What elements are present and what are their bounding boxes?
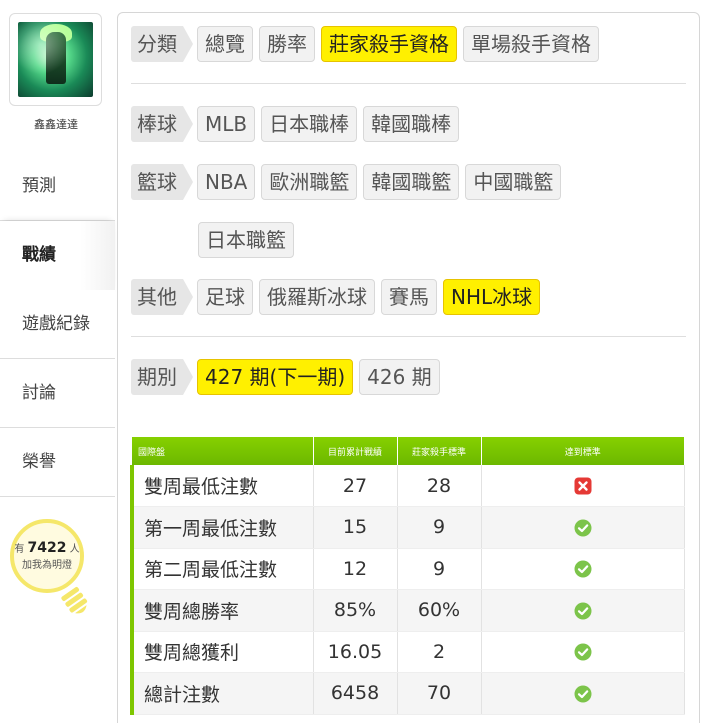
basketball-label: 籃球 [131, 164, 193, 200]
chip-euro-basketball[interactable]: 歐洲職籃 [261, 164, 358, 200]
chip-china-basketball[interactable]: 中國職籃 [465, 164, 562, 200]
chip-nba[interactable]: NBA [197, 164, 256, 200]
sidebar: 鑫鑫達達 預測 戰績 遊戲紀錄 討論 榮譽 有 7422 人 加我為明燈 [0, 0, 115, 723]
avatar[interactable] [9, 13, 102, 106]
check-icon [574, 685, 592, 703]
col-header-current: 目前累計戰績 [313, 437, 398, 465]
table-row: 總計注數 6458 70 [130, 672, 685, 715]
chip-npb[interactable]: 日本職棒 [261, 106, 358, 142]
nav-item-record[interactable]: 戰績 [0, 221, 115, 290]
row-current: 85% [313, 589, 398, 632]
row-current: 12 [313, 548, 398, 590]
avatar-image [18, 22, 93, 97]
row-met-status [481, 589, 685, 632]
row-current: 15 [313, 506, 398, 549]
chip-period-427[interactable]: 427 期(下一期) [197, 359, 354, 395]
record-panel: 分類 總覽 勝率 莊家殺手資格 單場殺手資格 棒球 MLB 日本職棒 韓國職棒 … [117, 12, 700, 723]
period-filter-row: 期別 427 期(下一期) 426 期 [131, 359, 446, 395]
chip-horse-racing[interactable]: 賽馬 [381, 279, 437, 315]
row-name: 第二周最低注數 [130, 548, 314, 590]
row-standard: 2 [397, 631, 482, 673]
row-met-status [481, 506, 685, 549]
chip-nhl[interactable]: NHL冰球 [443, 279, 541, 315]
nav-item-game-log[interactable]: 遊戲紀錄 [0, 290, 115, 359]
beacon-text: 有 7422 人 加我為明燈 [14, 540, 80, 571]
row-standard: 60% [397, 589, 482, 632]
other-filter-row: 其他 足球 俄羅斯冰球 賽馬 NHL冰球 [131, 279, 546, 315]
chip-mlb[interactable]: MLB [197, 106, 256, 142]
baseball-label: 棒球 [131, 106, 193, 142]
chip-soccer[interactable]: 足球 [197, 279, 253, 315]
side-nav: 預測 戰績 遊戲紀錄 討論 榮譽 [0, 152, 115, 497]
chip-period-426[interactable]: 426 期 [359, 359, 440, 395]
row-met-status [481, 465, 685, 507]
row-standard: 70 [397, 672, 482, 715]
nav-item-honor[interactable]: 榮譽 [0, 428, 115, 497]
row-name: 雙周最低注數 [130, 465, 314, 507]
chip-kbo[interactable]: 韓國職棒 [363, 106, 460, 142]
chip-banker-killer[interactable]: 莊家殺手資格 [321, 26, 457, 62]
check-icon [574, 519, 592, 537]
nav-item-predict[interactable]: 預測 [0, 152, 115, 221]
table-row: 第二周最低注數 12 9 [130, 548, 685, 590]
category-label: 分類 [131, 26, 193, 62]
check-icon [574, 602, 592, 620]
chip-winrate[interactable]: 勝率 [259, 26, 315, 62]
row-met-status [481, 631, 685, 673]
chip-overview[interactable]: 總覽 [197, 26, 253, 62]
row-name: 雙周總獲利 [130, 631, 314, 673]
divider [131, 83, 686, 84]
qualification-table: 國際盤 目前累計戰績 莊家殺手標準 達到標準 雙周最低注數 27 28 第一周最低注數… [130, 437, 685, 715]
divider [131, 336, 686, 337]
category-filter-row: 分類 總覽 勝率 莊家殺手資格 單場殺手資格 [131, 26, 605, 62]
nav-item-discussion[interactable]: 討論 [0, 359, 115, 428]
table-row: 第一周最低注數 15 9 [130, 506, 685, 549]
row-current: 6458 [313, 672, 398, 715]
check-icon [574, 560, 592, 578]
period-label: 期別 [131, 359, 193, 395]
row-name: 雙周總勝率 [130, 589, 314, 632]
chip-russia-hockey[interactable]: 俄羅斯冰球 [259, 279, 375, 315]
row-met-status [481, 672, 685, 715]
row-standard: 28 [397, 465, 482, 507]
row-name: 第一周最低注數 [130, 506, 314, 549]
row-current: 16.05 [313, 631, 398, 673]
cross-icon [574, 477, 592, 495]
row-standard: 9 [397, 548, 482, 590]
row-current: 27 [313, 465, 398, 507]
basketball-filter-row: 籃球 NBA 歐洲職籃 韓國職籃 中國職籃 [131, 164, 567, 200]
baseball-filter-row: 棒球 MLB 日本職棒 韓國職棒 [131, 106, 465, 142]
table-row: 雙周總勝率 85% 60% [130, 589, 685, 632]
table-row: 雙周最低注數 27 28 [130, 465, 685, 507]
other-label: 其他 [131, 279, 193, 315]
col-header-standard: 莊家殺手標準 [397, 437, 482, 465]
row-name: 總計注數 [130, 672, 314, 715]
col-header-met: 達到標準 [481, 437, 685, 465]
basketball-filter-row-2: 日本職籃 [198, 222, 300, 258]
chip-korea-basketball[interactable]: 韓國職籃 [363, 164, 460, 200]
table-row: 雙周總獲利 16.05 2 [130, 631, 685, 673]
row-met-status [481, 548, 685, 590]
chip-japan-basketball[interactable]: 日本職籃 [198, 222, 294, 258]
row-standard: 9 [397, 506, 482, 549]
col-header-market: 國際盤 [132, 437, 314, 465]
chip-single-killer[interactable]: 單場殺手資格 [463, 26, 599, 62]
username[interactable]: 鑫鑫達達 [0, 116, 112, 132]
table-header-row: 國際盤 目前累計戰績 莊家殺手標準 達到標準 [132, 437, 685, 465]
beacon-widget[interactable]: 有 7422 人 加我為明燈 [10, 518, 94, 628]
check-icon [574, 643, 592, 661]
